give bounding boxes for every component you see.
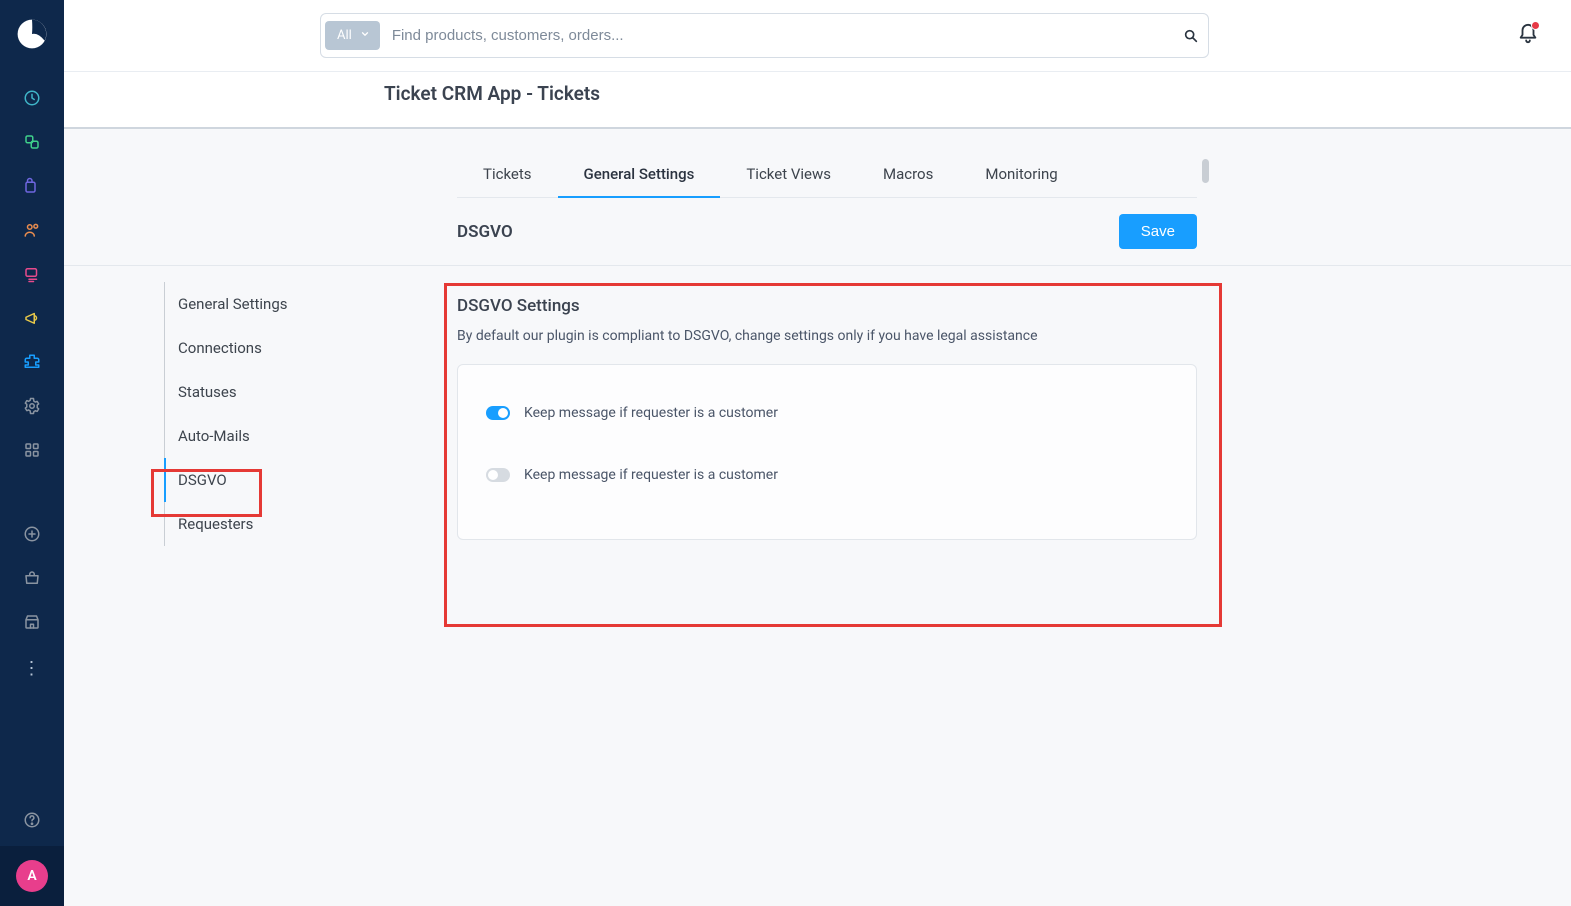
side-menu-connections[interactable]: Connections (165, 326, 374, 370)
sub-header: TicketsGeneral SettingsTicket ViewsMacro… (64, 129, 1571, 266)
search-bar: All (320, 13, 1209, 58)
tab-macros[interactable]: Macros (857, 165, 959, 197)
app-logo[interactable] (0, 0, 64, 68)
nav-user[interactable]: A (0, 846, 64, 906)
tab-scroll-indicator[interactable] (1202, 159, 1209, 183)
page-title: Ticket CRM App - Tickets (384, 82, 1571, 105)
tab-general-settings[interactable]: General Settings (558, 165, 721, 197)
nav-content[interactable] (0, 252, 64, 296)
nav-catalog[interactable] (0, 120, 64, 164)
nav-dashboard[interactable] (0, 76, 64, 120)
side-menu-requesters[interactable]: Requesters (165, 502, 374, 546)
avatar[interactable]: A (16, 860, 48, 892)
tab-tickets[interactable]: Tickets (457, 165, 558, 197)
nav-add[interactable] (0, 512, 64, 556)
toggle-switch[interactable] (486, 468, 510, 482)
card-heading: DSGVO Settings (457, 296, 1197, 316)
nav-orders[interactable] (0, 164, 64, 208)
topbar: All (64, 0, 1571, 71)
notification-dot-icon (1531, 21, 1540, 30)
tab-row: TicketsGeneral SettingsTicket ViewsMacro… (457, 165, 1197, 198)
nav-rail: ⋮ A (0, 0, 64, 906)
section-titlebar: DSGVO Save (457, 214, 1197, 249)
setting-label: Keep message if requester is a customer (524, 405, 778, 421)
main: All Ticket CRM App - Tickets TicketsGene… (64, 0, 1571, 906)
notifications-button[interactable] (1517, 23, 1539, 49)
setting-label: Keep message if requester is a customer (524, 467, 778, 483)
nav-more[interactable]: ⋮ (0, 652, 64, 684)
page-title-row: Ticket CRM App - Tickets (64, 71, 1571, 129)
settings-card: Keep message if requester is a customer K… (457, 364, 1197, 540)
avatar-letter: A (27, 868, 36, 884)
search-scope-pill[interactable]: All (325, 21, 380, 50)
side-menu-dsgvo[interactable]: DSGVO (165, 458, 374, 502)
section-title: DSGVO (457, 222, 513, 242)
nav-customers[interactable] (0, 208, 64, 252)
tab-monitoring[interactable]: Monitoring (959, 165, 1083, 197)
side-menu-auto-mails[interactable]: Auto-Mails (165, 414, 374, 458)
nav-marketing[interactable] (0, 296, 64, 340)
nav-extensions[interactable] (0, 340, 64, 384)
nav-settings[interactable] (0, 384, 64, 428)
side-menu-statuses[interactable]: Statuses (165, 370, 374, 414)
save-button[interactable]: Save (1119, 214, 1197, 249)
nav-help[interactable] (0, 798, 64, 842)
tab-ticket-views[interactable]: Ticket Views (720, 165, 857, 197)
card-subheading: By default our plugin is compliant to DS… (457, 328, 1197, 344)
side-menu-general-settings[interactable]: General Settings (165, 282, 374, 326)
chevron-down-icon (360, 28, 370, 43)
settings-side-menu: General SettingsConnectionsStatusesAuto-… (164, 282, 374, 546)
nav-apps[interactable] (0, 428, 64, 472)
setting-row: Keep message if requester is a customer (486, 405, 1168, 421)
search-icon[interactable] (1182, 27, 1200, 45)
toggle-switch[interactable] (486, 406, 510, 420)
nav-store[interactable] (0, 600, 64, 644)
nav-shop[interactable] (0, 556, 64, 600)
content-body: General SettingsConnectionsStatusesAuto-… (64, 266, 1571, 906)
card-area: DSGVO Settings By default our plugin is … (457, 296, 1197, 540)
search-scope-label: All (337, 28, 352, 43)
search-input[interactable] (380, 27, 1182, 44)
setting-row: Keep message if requester is a customer (486, 467, 1168, 483)
